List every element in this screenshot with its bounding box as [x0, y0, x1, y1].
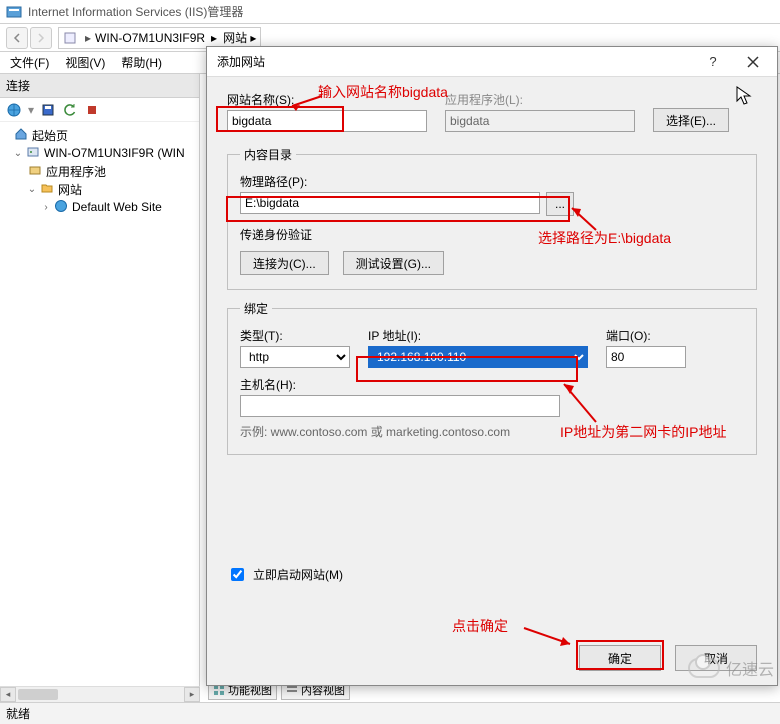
- connect-as-button[interactable]: 连接为(C)...: [240, 251, 329, 275]
- help-button[interactable]: ?: [693, 49, 733, 75]
- scroll-right-button[interactable]: ▸: [184, 687, 200, 702]
- tree-app-pools[interactable]: 应用程序池: [2, 162, 197, 180]
- breadcrumb-server: WIN-O7M1UN3IF9R: [95, 31, 205, 45]
- chevron-right-icon: ▸: [85, 31, 91, 45]
- scroll-thumb[interactable]: [18, 689, 58, 700]
- status-text: 就绪: [6, 705, 30, 722]
- app-pool-label: 应用程序池(L):: [445, 91, 635, 108]
- physical-path-input[interactable]: [240, 192, 540, 214]
- connections-panel: 连接 ▾ 起始页 ⌄ WIN-O7M1UN3IF9R (WIN 应用程序池: [0, 74, 200, 702]
- watermark-text: 亿速云: [726, 656, 774, 680]
- tree-label: 起始页: [32, 127, 68, 144]
- content-group-legend: 内容目录: [240, 146, 296, 163]
- window-titlebar: Internet Information Services (IIS)管理器: [0, 0, 780, 24]
- tree-server-node[interactable]: ⌄ WIN-O7M1UN3IF9R (WIN: [2, 144, 197, 162]
- home-icon: [14, 127, 30, 143]
- physical-path-label: 物理路径(P):: [240, 175, 307, 189]
- start-immediately-row: 立即启动网站(M): [227, 565, 757, 584]
- dialog-body: 网站名称(S): 应用程序池(L): 选择(E)... 内容目录 物理路径(P)…: [207, 77, 777, 685]
- tree-default-site[interactable]: › Default Web Site: [2, 198, 197, 216]
- world-icon[interactable]: [6, 102, 22, 118]
- watermark: 亿速云: [688, 656, 774, 680]
- connections-tree: 起始页 ⌄ WIN-O7M1UN3IF9R (WIN 应用程序池 ⌄ 网站 › …: [0, 122, 199, 220]
- server-icon: [26, 145, 42, 161]
- server-icon: [63, 31, 77, 45]
- iis-icon: [6, 4, 22, 20]
- folder-icon: [40, 181, 56, 197]
- stop-icon[interactable]: [84, 102, 100, 118]
- ip-label: IP 地址(I):: [368, 327, 588, 344]
- tree-label: Default Web Site: [72, 200, 162, 214]
- collapse-icon[interactable]: ⌄: [12, 148, 24, 159]
- mouse-cursor-icon: [736, 86, 752, 106]
- save-icon[interactable]: [40, 102, 56, 118]
- passthrough-auth-label: 传递身份验证: [240, 226, 744, 243]
- connections-header: 连接: [0, 74, 199, 98]
- collapse-icon[interactable]: ⌄: [26, 184, 38, 195]
- binding-group-legend: 绑定: [240, 300, 272, 317]
- select-app-pool-button[interactable]: 选择(E)...: [653, 108, 729, 132]
- menu-view[interactable]: 视图(V): [59, 52, 111, 73]
- refresh-icon[interactable]: [62, 102, 78, 118]
- app-pool-input: [445, 110, 635, 132]
- tree-label: WIN-O7M1UN3IF9R (WIN: [44, 146, 185, 160]
- app-pool-icon: [28, 163, 44, 179]
- window-title: Internet Information Services (IIS)管理器: [28, 3, 243, 20]
- tree-label: 网站: [58, 181, 82, 198]
- tree-scrollbar-horizontal[interactable]: ◂ ▸: [0, 686, 200, 702]
- ip-address-select[interactable]: 192.168.100.110: [368, 346, 588, 368]
- scroll-left-button[interactable]: ◂: [0, 687, 16, 702]
- tree-label: 应用程序池: [46, 163, 106, 180]
- browse-path-button[interactable]: ...: [546, 192, 574, 216]
- status-bar: 就绪: [0, 702, 780, 724]
- expand-icon[interactable]: ›: [40, 202, 52, 213]
- hostname-label: 主机名(H):: [240, 376, 560, 393]
- add-website-dialog: 添加网站 ? 网站名称(S): 应用程序池(L): 选择(E)... 内容目录 …: [206, 46, 778, 686]
- start-immediately-checkbox[interactable]: [231, 568, 244, 581]
- dialog-title: 添加网站: [217, 53, 693, 70]
- binding-group: 绑定 类型(T): http IP 地址(I): 192.168.100.110…: [227, 300, 757, 455]
- tree-start-page[interactable]: 起始页: [2, 126, 197, 144]
- menu-help[interactable]: 帮助(H): [115, 52, 168, 73]
- port-input[interactable]: [606, 346, 686, 368]
- nav-forward-button[interactable]: [30, 27, 52, 49]
- content-directory-group: 内容目录 物理路径(P): ... 传递身份验证 连接为(C)... 测试设置(…: [227, 146, 757, 290]
- binding-type-select[interactable]: http: [240, 346, 350, 368]
- hostname-example: 示例: www.contoso.com 或 marketing.contoso.…: [240, 423, 744, 440]
- breadcrumb-tail: 网站 ▸: [223, 29, 256, 46]
- type-label: 类型(T):: [240, 327, 350, 344]
- menu-file[interactable]: 文件(F): [4, 52, 55, 73]
- hostname-input[interactable]: [240, 395, 560, 417]
- ok-button[interactable]: 确定: [579, 645, 661, 671]
- site-name-input[interactable]: [227, 110, 427, 132]
- test-settings-button[interactable]: 测试设置(G)...: [343, 251, 444, 275]
- cloud-icon: [688, 658, 720, 678]
- start-immediately-label: 立即启动网站(M): [253, 566, 343, 583]
- tree-sites-node[interactable]: ⌄ 网站: [2, 180, 197, 198]
- connections-toolbar: ▾: [0, 98, 199, 122]
- nav-back-button[interactable]: [6, 27, 28, 49]
- close-button[interactable]: [733, 49, 773, 75]
- globe-icon: [54, 199, 70, 215]
- port-label: 端口(O):: [606, 327, 686, 344]
- dialog-titlebar: 添加网站 ?: [207, 47, 777, 77]
- site-name-label: 网站名称(S):: [227, 91, 427, 108]
